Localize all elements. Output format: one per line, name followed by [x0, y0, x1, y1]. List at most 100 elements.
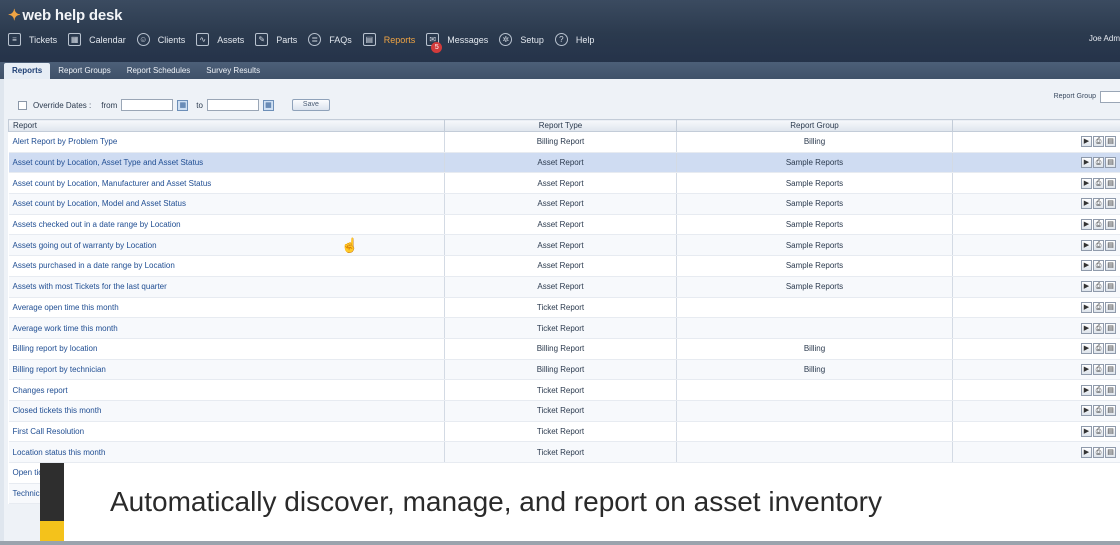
report-name-link[interactable]: Assets purchased in a date range by Loca… [8, 255, 445, 277]
nav-help[interactable]: ? Help [554, 33, 594, 46]
to-date-input[interactable] [206, 99, 259, 111]
run-report-icon[interactable]: ▶ [1081, 239, 1092, 251]
print-icon[interactable]: ⎙ [1093, 425, 1104, 437]
report-name-link[interactable]: Closed tickets this month [8, 400, 445, 422]
table-row[interactable]: Asset count by Location, Asset Type and … [8, 152, 1120, 174]
table-row[interactable]: Changes report Ticket Report ▶ ⎙ ▤ [8, 379, 1120, 401]
pdf-icon[interactable]: ▤ [1105, 157, 1116, 169]
run-report-icon[interactable]: ▶ [1081, 177, 1092, 189]
nav-assets[interactable]: ∿ Assets [196, 33, 244, 46]
nav-setup[interactable]: ✲ Setup [499, 33, 544, 46]
print-icon[interactable]: ⎙ [1093, 198, 1104, 210]
report-name-link[interactable]: Location status this month [8, 441, 445, 463]
pdf-icon[interactable]: ▤ [1105, 322, 1116, 334]
run-report-icon[interactable]: ▶ [1081, 157, 1092, 169]
run-report-icon[interactable]: ▶ [1081, 343, 1092, 355]
run-report-icon[interactable]: ▶ [1081, 363, 1092, 375]
run-report-icon[interactable]: ▶ [1081, 219, 1092, 231]
pdf-icon[interactable]: ▤ [1105, 301, 1116, 313]
run-report-icon[interactable]: ▶ [1081, 281, 1092, 293]
calendar-picker-icon[interactable]: ▦ [177, 99, 189, 111]
run-report-icon[interactable]: ▶ [1081, 301, 1092, 313]
nav-faqs[interactable]: ≣ FAQs [308, 33, 352, 46]
run-report-icon[interactable]: ▶ [1081, 405, 1092, 417]
report-name-link[interactable]: Changes report [8, 379, 445, 401]
override-dates-checkbox[interactable] [18, 100, 27, 110]
print-icon[interactable]: ⎙ [1093, 260, 1104, 272]
table-row[interactable]: Assets with most Tickets for the last qu… [8, 276, 1120, 298]
report-name-link[interactable]: Billing report by location [8, 338, 445, 360]
tab-report-groups[interactable]: Report Groups [50, 63, 118, 79]
print-icon[interactable]: ⎙ [1093, 446, 1104, 458]
pdf-icon[interactable]: ▤ [1105, 405, 1116, 417]
pdf-icon[interactable]: ▤ [1105, 136, 1116, 148]
print-icon[interactable]: ⎙ [1093, 405, 1104, 417]
print-icon[interactable]: ⎙ [1093, 219, 1104, 231]
pdf-icon[interactable]: ▤ [1105, 446, 1116, 458]
run-report-icon[interactable]: ▶ [1081, 446, 1092, 458]
table-row[interactable]: Asset count by Location, Manufacturer an… [8, 172, 1120, 195]
print-icon[interactable]: ⎙ [1093, 157, 1104, 169]
pdf-icon[interactable]: ▤ [1105, 425, 1116, 437]
column-header-report-group[interactable]: Report Group [676, 119, 953, 132]
print-icon[interactable]: ⎙ [1093, 136, 1104, 148]
run-report-icon[interactable]: ▶ [1081, 136, 1092, 148]
table-row[interactable]: Asset count by Location, Model and Asset… [8, 193, 1120, 215]
report-name-link[interactable]: Asset count by Location, Asset Type and … [8, 152, 445, 174]
pdf-icon[interactable]: ▤ [1105, 281, 1116, 293]
table-row[interactable]: Assets going out of warranty by Location… [8, 234, 1120, 257]
print-icon[interactable]: ⎙ [1093, 177, 1104, 189]
table-row[interactable]: Assets checked out in a date range by Lo… [8, 214, 1120, 236]
pdf-icon[interactable]: ▤ [1105, 239, 1116, 251]
table-row[interactable]: Average open time this month Ticket Repor… [8, 297, 1120, 319]
calendar-picker-icon[interactable]: ▦ [262, 99, 274, 111]
pdf-icon[interactable]: ▤ [1105, 260, 1116, 272]
nav-clients[interactable]: ☺ Clients [136, 33, 185, 46]
report-name-link[interactable]: Assets checked out in a date range by Lo… [8, 214, 445, 236]
report-name-link[interactable]: Alert Report by Problem Type [8, 131, 445, 153]
save-button[interactable]: Save [291, 99, 330, 111]
tab-reports[interactable]: Reports [4, 63, 51, 79]
pdf-icon[interactable]: ▤ [1105, 177, 1116, 189]
report-name-link[interactable]: First Call Resolution [8, 421, 445, 443]
print-icon[interactable]: ⎙ [1093, 239, 1104, 251]
print-icon[interactable]: ⎙ [1093, 281, 1104, 293]
nav-calendar[interactable]: ▦ Calendar [68, 33, 126, 46]
print-icon[interactable]: ⎙ [1093, 343, 1104, 355]
run-report-icon[interactable]: ▶ [1081, 322, 1092, 334]
run-report-icon[interactable]: ▶ [1081, 384, 1092, 396]
print-icon[interactable]: ⎙ [1093, 322, 1104, 334]
pdf-icon[interactable]: ▤ [1105, 363, 1116, 375]
run-report-icon[interactable]: ▶ [1081, 425, 1092, 437]
run-report-icon[interactable]: ▶ [1081, 260, 1092, 272]
user-name[interactable]: Joe Adm [1089, 34, 1120, 43]
run-report-icon[interactable]: ▶ [1081, 198, 1092, 210]
nav-tickets[interactable]: ≡ Tickets [8, 33, 57, 46]
print-icon[interactable]: ⎙ [1093, 363, 1104, 375]
report-name-link[interactable]: Asset count by Location, Manufacturer an… [8, 172, 445, 195]
column-header-report-type[interactable]: Report Type [444, 119, 677, 132]
report-name-link[interactable]: Assets going out of warranty by Location [8, 234, 445, 257]
print-icon[interactable]: ⎙ [1093, 384, 1104, 396]
table-row[interactable]: Alert Report by Problem Type Billing Repo… [8, 131, 1120, 153]
nav-messages[interactable]: ✉ 5 Messages [426, 33, 488, 53]
tab-survey-results[interactable]: Survey Results [198, 63, 268, 79]
report-name-link[interactable]: Asset count by Location, Model and Asset… [8, 193, 445, 215]
report-name-link[interactable]: Average open time this month [8, 297, 445, 319]
pdf-icon[interactable]: ▤ [1105, 343, 1116, 355]
nav-parts[interactable]: ✎ Parts [255, 33, 297, 46]
report-name-link[interactable]: Average work time this month [8, 317, 445, 339]
column-header-report[interactable]: Report [8, 119, 445, 132]
report-group-select[interactable] [1100, 91, 1120, 103]
table-row[interactable]: Closed tickets this month Ticket Report ▶ ⎙… [8, 400, 1120, 422]
pdf-icon[interactable]: ▤ [1105, 384, 1116, 396]
table-row[interactable]: First Call Resolution Ticket Report ▶ ⎙ ▤ [8, 421, 1120, 443]
report-name-link[interactable]: Assets with most Tickets for the last qu… [8, 276, 445, 298]
pdf-icon[interactable]: ▤ [1105, 219, 1116, 231]
pdf-icon[interactable]: ▤ [1105, 198, 1116, 210]
table-row[interactable]: Average work time this month Ticket Repor… [8, 317, 1120, 339]
table-row[interactable]: Billing report by technician Billing Repo… [8, 359, 1120, 381]
table-row[interactable]: Location status this month Ticket Report ▶… [8, 441, 1120, 463]
from-date-input[interactable] [121, 99, 174, 111]
nav-reports[interactable]: ▤ Reports [362, 33, 415, 46]
